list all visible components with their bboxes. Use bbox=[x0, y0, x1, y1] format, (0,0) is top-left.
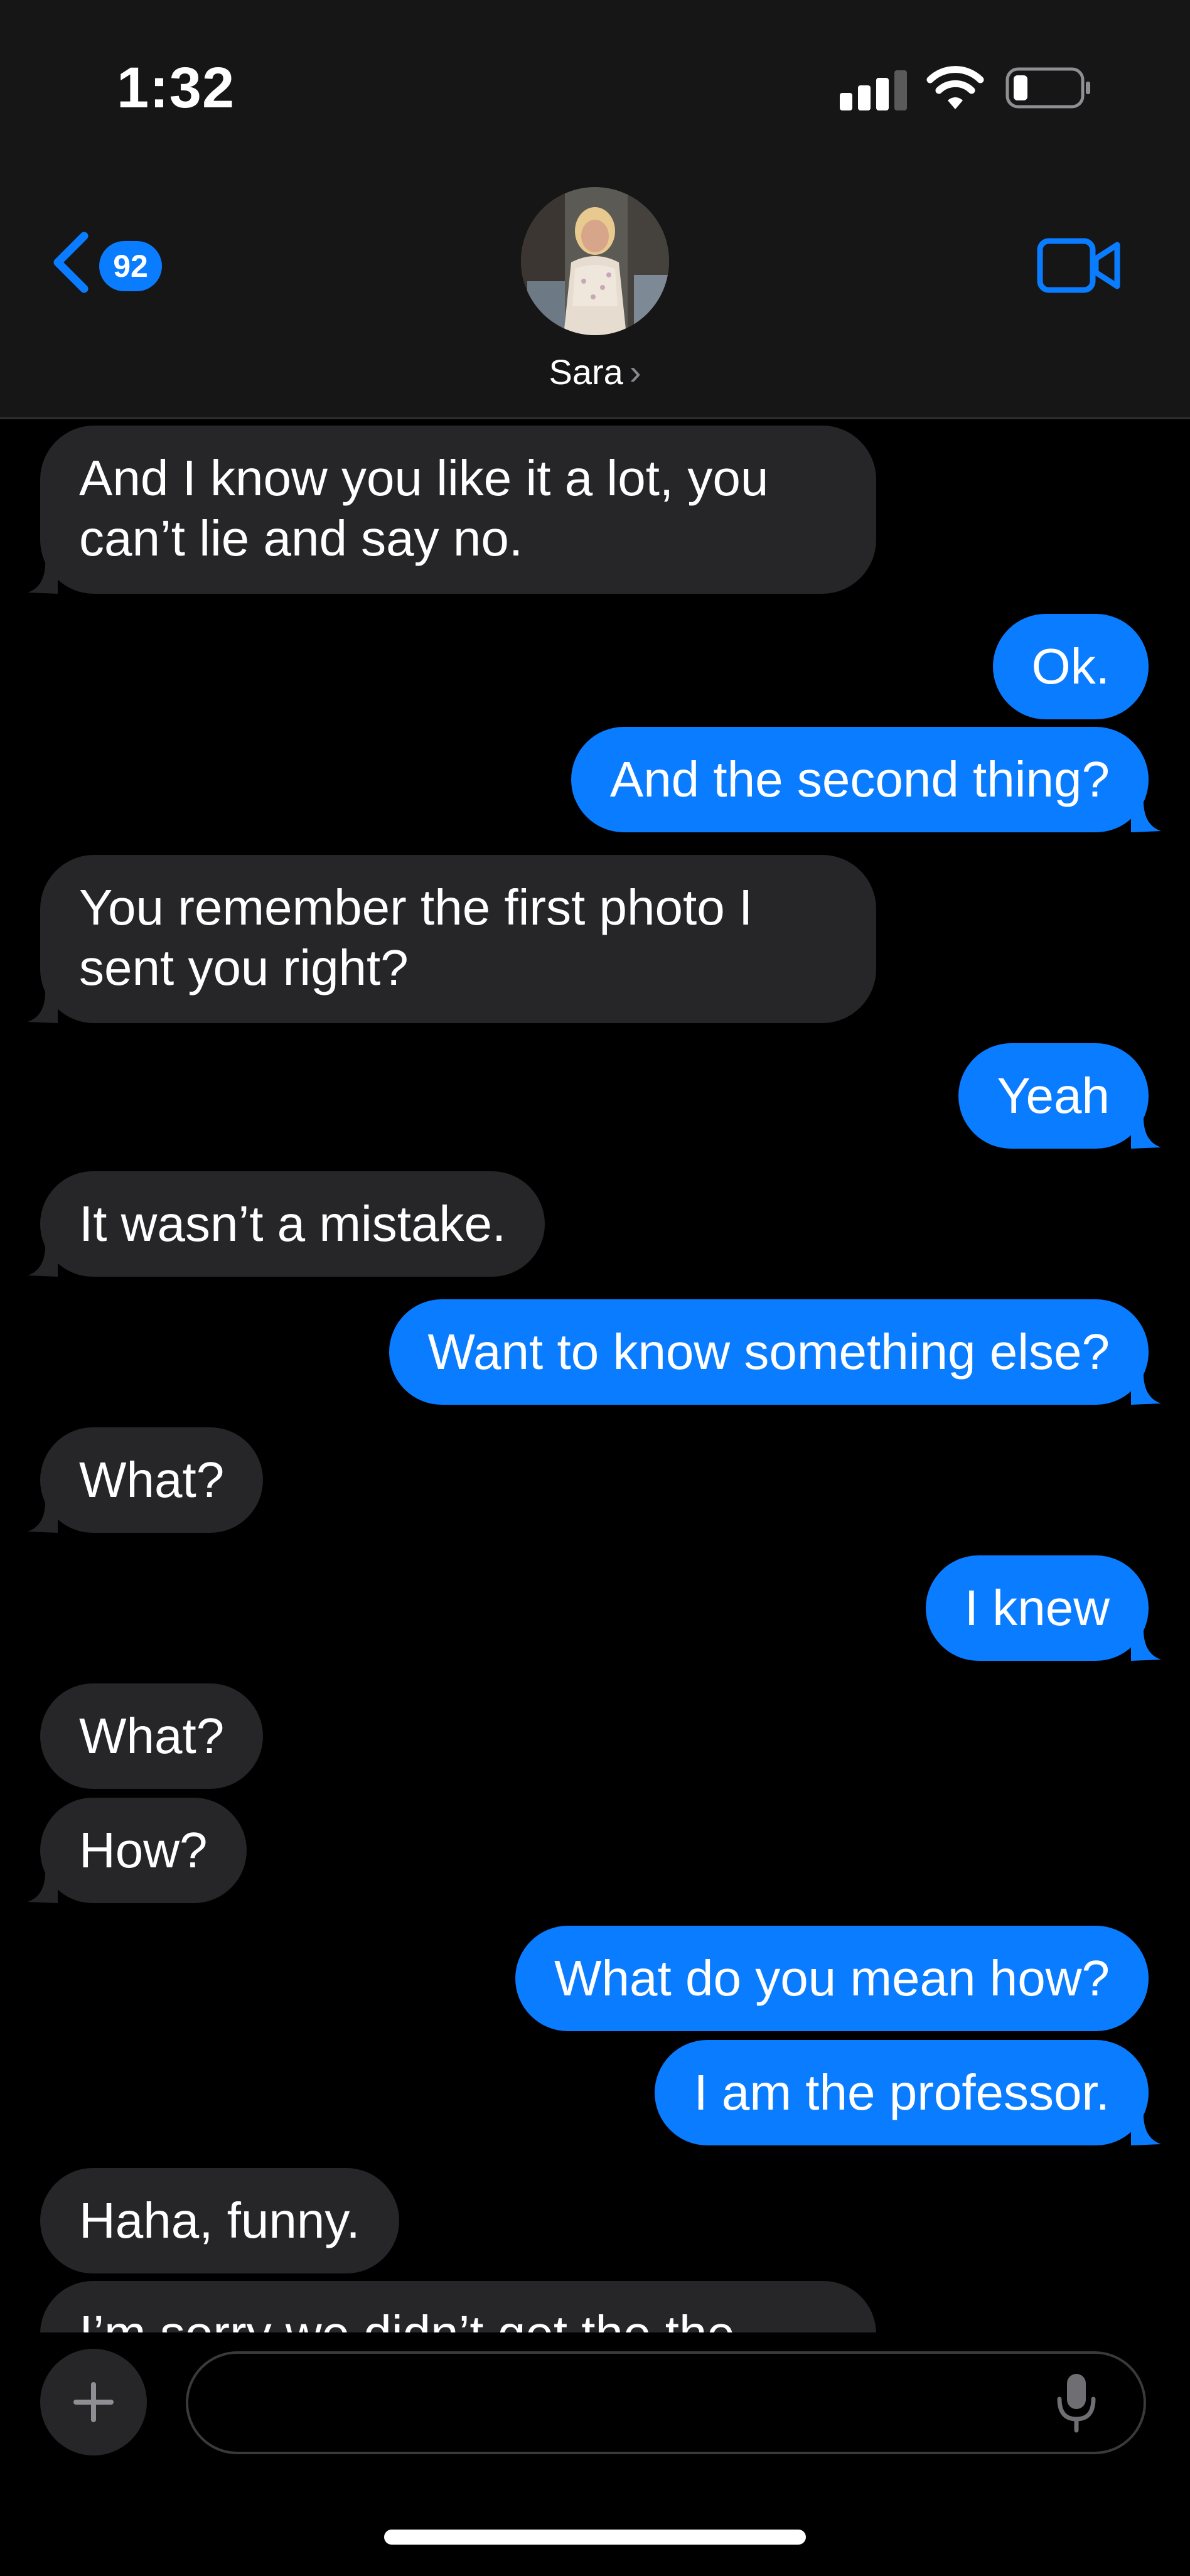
bubble-tail bbox=[1131, 797, 1161, 832]
message-text: What? bbox=[79, 1708, 225, 1764]
conversation-header: 1:32 92 Sara › bbox=[0, 0, 1190, 419]
status-time: 1:32 bbox=[117, 56, 235, 120]
message-text: Haha, funny. bbox=[79, 2192, 360, 2248]
message-text: It wasn’t a mistake. bbox=[79, 1196, 507, 1252]
chevron-right-icon: › bbox=[629, 352, 641, 392]
wifi-icon bbox=[926, 66, 984, 109]
back-chevron-icon bbox=[53, 232, 88, 293]
bubble-tail bbox=[28, 1242, 58, 1277]
message-bubble-outgoing[interactable]: Ok. bbox=[992, 614, 1149, 719]
contact-name-label: Sara bbox=[549, 352, 623, 392]
message-bubble-incoming[interactable]: I’m sorry we didn’t get the the bbox=[40, 2281, 876, 2332]
avatar-photo bbox=[521, 187, 669, 335]
message-bubble-incoming[interactable]: How? bbox=[28, 1798, 247, 1903]
bubble-tail bbox=[28, 559, 58, 594]
battery-low-icon bbox=[1005, 67, 1090, 109]
message-bubble-incoming[interactable]: And I know you like it a lot, you can’t … bbox=[28, 426, 876, 594]
message-bubble-outgoing[interactable]: What do you mean how? bbox=[515, 1926, 1149, 2031]
message-text: Want to know something else? bbox=[427, 1324, 1110, 1380]
cellular-signal-icon bbox=[840, 69, 908, 110]
bubble-tail bbox=[28, 1868, 58, 1903]
message-bubble-incoming[interactable]: Haha, funny. bbox=[40, 2168, 399, 2273]
message-bubble-outgoing[interactable]: And the second thing? bbox=[571, 727, 1161, 832]
back-button[interactable]: 92 bbox=[49, 225, 174, 300]
contact-avatar[interactable] bbox=[521, 187, 669, 335]
video-camera-icon[interactable] bbox=[1037, 236, 1121, 295]
message-text: What? bbox=[79, 1452, 225, 1508]
message-text: I am the professor. bbox=[694, 2064, 1110, 2120]
bubble-tail bbox=[1131, 2110, 1161, 2145]
message-bubble-outgoing[interactable]: I am the professor. bbox=[655, 2040, 1161, 2145]
unread-count-badge: 92 bbox=[99, 241, 162, 291]
message-composer bbox=[0, 2332, 1190, 2576]
message-thread[interactable]: And I know you like it a lot, you can’t … bbox=[0, 419, 1190, 2332]
home-indicator[interactable] bbox=[384, 2530, 806, 2545]
message-bubble-incoming[interactable]: What? bbox=[28, 1427, 264, 1533]
contact-name[interactable]: Sara › bbox=[0, 352, 1190, 392]
message-text: I knew bbox=[964, 1580, 1110, 1636]
bubble-tail bbox=[28, 1498, 58, 1533]
message-input[interactable] bbox=[186, 2351, 1146, 2454]
message-bubble-incoming[interactable]: It wasn’t a mistake. bbox=[28, 1171, 545, 1277]
message-bubble-incoming[interactable]: What? bbox=[40, 1683, 264, 1789]
message-text: You remember the first photo I sent you … bbox=[79, 879, 753, 996]
message-bubble-outgoing[interactable]: Want to know something else? bbox=[389, 1299, 1161, 1405]
bubble-tail bbox=[1131, 1370, 1161, 1405]
bubble-tail bbox=[28, 988, 58, 1023]
message-text: Yeah bbox=[997, 1068, 1110, 1124]
message-text: And the second thing? bbox=[609, 751, 1110, 807]
message-text: How? bbox=[79, 1822, 208, 1878]
message-bubble-outgoing[interactable]: Yeah bbox=[958, 1043, 1161, 1149]
message-text: Ok. bbox=[1031, 638, 1110, 694]
message-bubble-outgoing[interactable]: I knew bbox=[925, 1555, 1161, 1661]
message-text: I’m sorry we didn’t get the the bbox=[79, 2305, 735, 2332]
microphone-icon[interactable] bbox=[1056, 2371, 1097, 2434]
message-text: And I know you like it a lot, you can’t … bbox=[79, 450, 769, 566]
message-bubble-incoming[interactable]: You remember the first photo I sent you … bbox=[28, 855, 876, 1023]
plus-icon[interactable] bbox=[40, 2349, 147, 2455]
bubble-tail bbox=[1131, 1114, 1161, 1149]
message-text: What do you mean how? bbox=[554, 1950, 1110, 2006]
bubble-tail bbox=[1131, 1626, 1161, 1661]
